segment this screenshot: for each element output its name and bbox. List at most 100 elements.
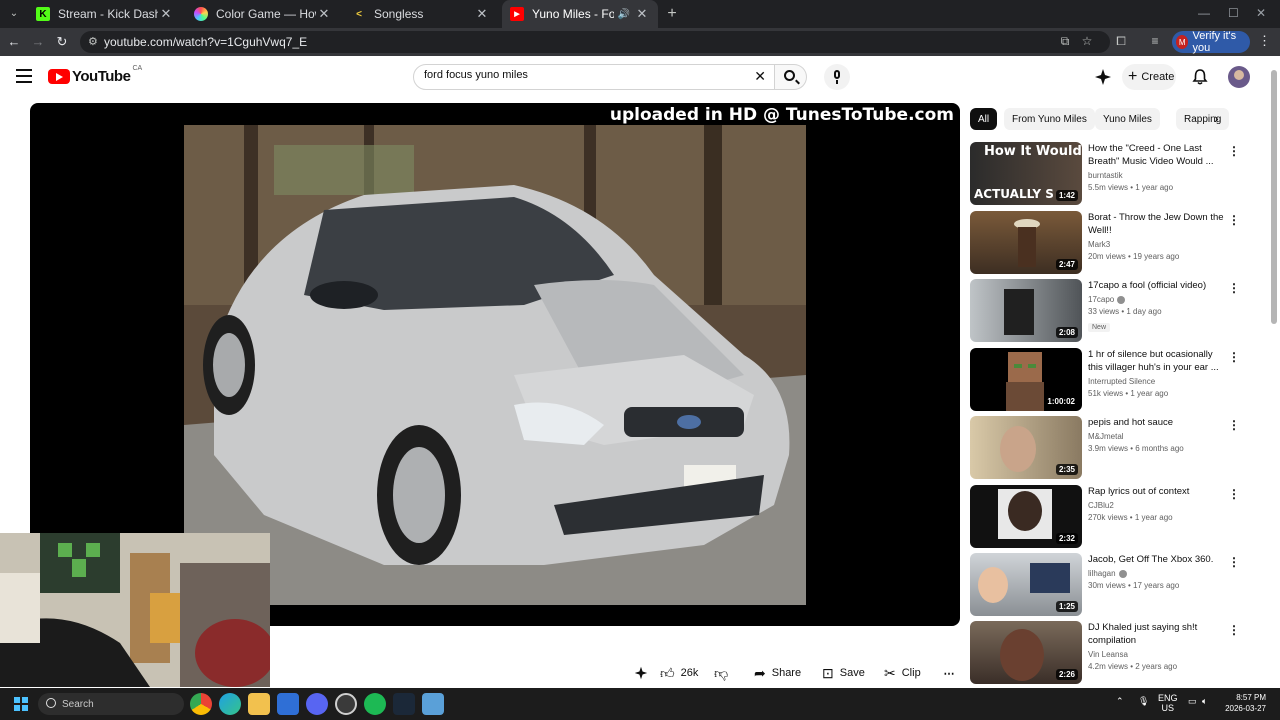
more-options-icon[interactable]: ⋮ bbox=[1228, 418, 1240, 432]
new-tab-button[interactable]: + bbox=[662, 4, 682, 24]
related-video-item[interactable]: 2:35 pepis and hot sauce M&Jmetal 3.9m v… bbox=[970, 416, 1250, 479]
chips-next-icon[interactable]: › bbox=[1214, 110, 1219, 126]
browser-menu-icon[interactable]: ⋮ bbox=[1258, 33, 1271, 49]
account-avatar[interactable] bbox=[1228, 66, 1250, 88]
maximize-icon[interactable]: ☐ bbox=[1228, 6, 1239, 20]
video-title[interactable]: 17capo a fool (official video) bbox=[1088, 279, 1224, 292]
discord-taskbar-icon[interactable] bbox=[306, 693, 328, 715]
obs-taskbar-icon[interactable] bbox=[335, 693, 357, 715]
related-video-item[interactable]: How It Would ACTUALLY S 1:42 How the "Cr… bbox=[970, 142, 1250, 205]
channel-name[interactable]: Vin Leansa bbox=[1088, 650, 1224, 659]
taskbar-clock[interactable]: 8:57 PM 2026-03-27 bbox=[1218, 692, 1266, 714]
tab-color-game[interactable]: Color Game — How Well Can Y ✕ bbox=[186, 0, 340, 28]
verify-profile-button[interactable]: M Verify it's you bbox=[1172, 30, 1250, 54]
address-bar[interactable]: ⚙ youtube.com/watch?v=1CguhVwq7_E bbox=[80, 31, 1110, 53]
gemini-sparkle-icon[interactable] bbox=[1094, 68, 1112, 86]
edge-taskbar-icon[interactable] bbox=[219, 693, 241, 715]
related-video-item[interactable]: 2:08 17capo a fool (official video) 17ca… bbox=[970, 279, 1250, 342]
store-taskbar-icon[interactable] bbox=[277, 693, 299, 715]
close-tab-icon[interactable]: ✕ bbox=[316, 6, 332, 22]
notepad-taskbar-icon[interactable] bbox=[422, 693, 444, 715]
hamburger-menu-icon[interactable] bbox=[16, 69, 32, 83]
page-scrollbar[interactable] bbox=[1270, 70, 1278, 682]
video-title[interactable]: 1 hr of silence but ocasionally this vil… bbox=[1088, 348, 1224, 374]
reload-icon[interactable]: ↻ bbox=[52, 32, 72, 52]
close-window-icon[interactable]: ✕ bbox=[1256, 6, 1266, 20]
video-title[interactable]: How the "Creed - One Last Breath" Music … bbox=[1088, 142, 1224, 168]
like-button[interactable]: 👍︎ 26k bbox=[660, 660, 702, 686]
search-input[interactable] bbox=[424, 69, 744, 81]
video-title[interactable]: Borat - Throw the Jew Down the Well!! bbox=[1088, 211, 1224, 237]
save-button[interactable]: ⊡ Save bbox=[822, 660, 866, 686]
related-video-item[interactable]: 1:25 Jacob, Get Off The Xbox 360. lilhag… bbox=[970, 553, 1250, 616]
channel-name[interactable]: Mark3 bbox=[1088, 240, 1224, 249]
close-tab-icon[interactable]: ✕ bbox=[158, 6, 174, 22]
more-options-icon[interactable]: ⋮ bbox=[1228, 350, 1240, 364]
close-tab-icon[interactable]: ✕ bbox=[474, 6, 490, 22]
bookmark-star-icon[interactable]: ☆ bbox=[1078, 32, 1096, 50]
tab-media-icon[interactable]: ≡ bbox=[1146, 32, 1164, 50]
channel-name[interactable]: burntastik bbox=[1088, 171, 1224, 180]
language-indicator[interactable]: ENG US bbox=[1158, 693, 1178, 713]
chip-from-yuno-miles[interactable]: From Yuno Miles bbox=[1004, 108, 1095, 130]
spotify-taskbar-icon[interactable] bbox=[364, 693, 386, 715]
chip-rapping[interactable]: Rapping bbox=[1176, 108, 1230, 130]
channel-name[interactable]: lilhagan bbox=[1088, 569, 1224, 578]
video-title[interactable]: Rap lyrics out of context bbox=[1088, 485, 1224, 498]
chrome-taskbar-icon[interactable] bbox=[190, 693, 212, 715]
related-video-item[interactable]: 2:47 Borat - Throw the Jew Down the Well… bbox=[970, 211, 1250, 274]
network-icon[interactable]: ▭ bbox=[1188, 696, 1197, 707]
windows-start-icon[interactable] bbox=[14, 697, 28, 711]
create-button[interactable]: + Create bbox=[1122, 64, 1176, 90]
install-app-icon[interactable]: ⧉ bbox=[1056, 32, 1074, 50]
video-thumbnail[interactable]: 2:35 bbox=[970, 416, 1082, 479]
minimize-icon[interactable]: — bbox=[1198, 6, 1210, 20]
more-options-icon[interactable]: ⋮ bbox=[1228, 281, 1240, 295]
close-tab-icon[interactable]: ✕ bbox=[634, 6, 650, 22]
video-thumbnail[interactable]: 1:25 bbox=[970, 553, 1082, 616]
more-options-icon[interactable]: ⋮ bbox=[1228, 144, 1240, 158]
tab-kick-dashboard[interactable]: K Stream - Kick Dashboard ✕ bbox=[28, 0, 182, 28]
more-options-icon[interactable]: ⋮ bbox=[1228, 623, 1240, 637]
extensions-icon[interactable]: ⧠ bbox=[1112, 32, 1130, 50]
chip-yuno-miles[interactable]: Yuno Miles bbox=[1095, 108, 1160, 130]
more-actions-icon[interactable]: ⋯ bbox=[940, 660, 958, 686]
clip-button[interactable]: ✂ Clip bbox=[884, 660, 924, 686]
taskbar-search-box[interactable]: Search bbox=[38, 693, 184, 715]
tab-search-dropdown-icon[interactable]: ⌄ bbox=[4, 3, 24, 23]
more-options-icon[interactable]: ⋮ bbox=[1228, 213, 1240, 227]
video-thumbnail[interactable]: 1:00:02 bbox=[970, 348, 1082, 411]
more-options-icon[interactable]: ⋮ bbox=[1228, 487, 1240, 501]
audio-playing-icon[interactable]: 🔊 bbox=[618, 9, 630, 20]
chip-all[interactable]: All bbox=[970, 108, 998, 130]
microphone-tray-icon[interactable]: 🎙︎ bbox=[1138, 696, 1149, 707]
video-title[interactable]: Jacob, Get Off The Xbox 360. bbox=[1088, 553, 1224, 566]
tab-youtube-active[interactable]: ▶ Yuno Miles - Ford Focus (P 🔊 ✕ bbox=[502, 0, 658, 28]
clear-search-icon[interactable]: ✕ bbox=[754, 68, 766, 85]
related-video-item[interactable]: 2:26 DJ Khaled just saying sh!t compilat… bbox=[970, 621, 1250, 684]
video-thumbnail[interactable]: 2:26 bbox=[970, 621, 1082, 684]
notifications-bell-icon[interactable] bbox=[1192, 68, 1208, 86]
site-info-icon[interactable]: ⚙ bbox=[88, 35, 98, 48]
channel-name[interactable]: 17capo bbox=[1088, 295, 1224, 304]
volume-icon[interactable]: 🔈︎ bbox=[1202, 696, 1207, 707]
video-thumbnail[interactable]: 2:32 bbox=[970, 485, 1082, 548]
channel-name[interactable]: M&Jmetal bbox=[1088, 432, 1224, 441]
file-explorer-taskbar-icon[interactable] bbox=[248, 693, 270, 715]
video-title[interactable]: DJ Khaled just saying sh!t compilation bbox=[1088, 621, 1224, 647]
show-hidden-icons-icon[interactable]: ⌃ bbox=[1116, 696, 1124, 707]
forward-icon[interactable]: → bbox=[28, 32, 48, 52]
channel-name[interactable]: Interrupted Silence bbox=[1088, 377, 1224, 386]
channel-name[interactable]: CJBlu2 bbox=[1088, 501, 1224, 510]
dislike-button[interactable]: 👎︎ bbox=[714, 660, 736, 686]
share-button[interactable]: ➦ Share bbox=[754, 660, 804, 686]
search-button[interactable] bbox=[775, 64, 807, 90]
video-thumbnail[interactable]: 2:47 bbox=[970, 211, 1082, 274]
back-icon[interactable]: ← bbox=[4, 32, 24, 52]
url-text[interactable]: youtube.com/watch?v=1CguhVwq7_E bbox=[104, 35, 307, 49]
steam-taskbar-icon[interactable] bbox=[393, 693, 415, 715]
video-thumbnail[interactable]: How It Would ACTUALLY S 1:42 bbox=[970, 142, 1082, 205]
related-video-item[interactable]: 1:00:02 1 hr of silence but ocasionally … bbox=[970, 348, 1250, 411]
voice-search-button[interactable] bbox=[824, 64, 850, 90]
youtube-logo[interactable]: YouTube CA bbox=[48, 65, 142, 85]
